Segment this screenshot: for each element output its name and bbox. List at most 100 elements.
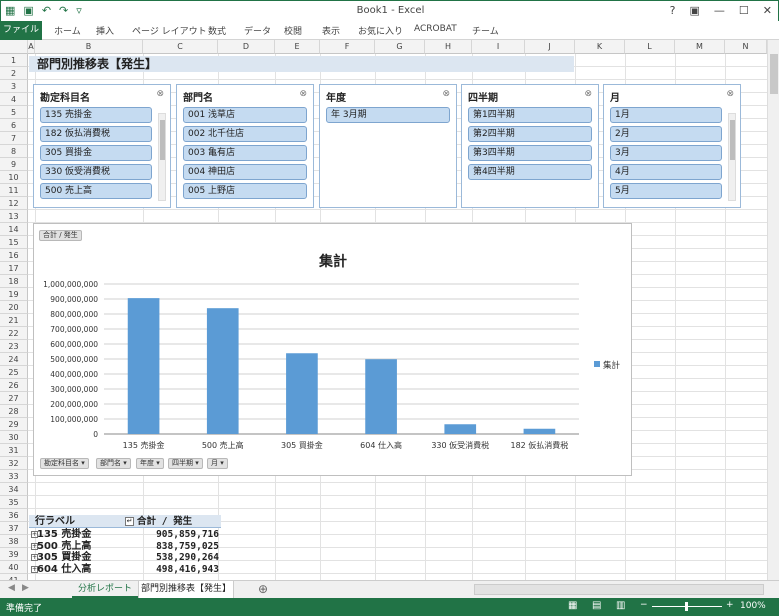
row-header-26[interactable]: 26	[0, 379, 28, 392]
slicer-item[interactable]: 第2四半期	[468, 126, 592, 142]
row-header-17[interactable]: 17	[0, 262, 28, 275]
row-header-33[interactable]: 33	[0, 470, 28, 483]
zoom-out-icon[interactable]: −	[640, 600, 648, 610]
row-header-9[interactable]: 9	[0, 158, 28, 171]
chart-field-button[interactable]: 部門名 ▾	[96, 458, 131, 469]
tab-page-layout[interactable]: ページ レイアウト	[132, 24, 207, 37]
clear-filter-icon[interactable]: ⊗	[442, 89, 450, 99]
slicer-item[interactable]: 年 3月期	[326, 107, 450, 123]
row-header-15[interactable]: 15	[0, 236, 28, 249]
row-header-6[interactable]: 6	[0, 119, 28, 132]
zoom-slider-thumb[interactable]	[685, 602, 688, 611]
slicer-item[interactable]: 第3四半期	[468, 145, 592, 161]
slicer-scrollbar[interactable]	[158, 113, 166, 201]
column-header-b[interactable]: B	[35, 40, 143, 54]
row-header-24[interactable]: 24	[0, 353, 28, 366]
page-break-view-icon[interactable]: ▥	[616, 600, 625, 611]
slicer-item[interactable]: 002 北千住店	[183, 126, 307, 142]
slicer-item[interactable]: 003 亀有店	[183, 145, 307, 161]
chart-field-button[interactable]: 四半期 ▾	[168, 458, 203, 469]
column-header-c[interactable]: C	[143, 40, 218, 54]
row-header-23[interactable]: 23	[0, 340, 28, 353]
slicer-0[interactable]: 勘定科目名 ⊗ 135 売掛金 182 仮払消費税 305 買掛金 330 仮受消費税 50…	[33, 84, 171, 208]
sheet-tab-department-trend[interactable]: 部門別推移表【発生】	[138, 581, 234, 598]
slicer-item[interactable]: 第1四半期	[468, 107, 592, 123]
column-header-d[interactable]: D	[218, 40, 275, 54]
slicer-item[interactable]: 500 売上高	[40, 183, 152, 199]
slicer-item[interactable]: 001 浅草店	[183, 107, 307, 123]
slicer-item[interactable]: 5月	[610, 183, 722, 199]
slicer-scroll-thumb[interactable]	[160, 120, 165, 160]
tab-review[interactable]: 校閲	[284, 24, 302, 37]
clear-filter-icon[interactable]: ⊗	[156, 89, 164, 99]
row-header-14[interactable]: 14	[0, 223, 28, 236]
slicer-scrollbar[interactable]	[728, 113, 736, 201]
tab-favorites[interactable]: お気に入り	[358, 24, 403, 37]
pivot-row[interactable]: +604 仕入高 498,416,943	[29, 563, 221, 576]
column-header-l[interactable]: L	[625, 40, 675, 54]
slicer-2[interactable]: 年度 ⊗ 年 3月期	[319, 84, 457, 208]
row-header-32[interactable]: 32	[0, 457, 28, 470]
pivot-chart[interactable]: 合計 / 発生 集計 0 100,000,000 200,000,000 300,000…	[33, 223, 632, 476]
tab-insert[interactable]: 挿入	[96, 24, 114, 37]
normal-view-icon[interactable]: ▦	[568, 600, 577, 611]
tab-home[interactable]: ホーム	[54, 24, 81, 37]
clear-filter-icon[interactable]: ⊗	[726, 89, 734, 99]
row-header-11[interactable]: 11	[0, 184, 28, 197]
slicer-item[interactable]: 2月	[610, 126, 722, 142]
tab-team[interactable]: チーム	[472, 24, 499, 37]
row-header-5[interactable]: 5	[0, 106, 28, 119]
slicer-1[interactable]: 部門名 ⊗ 001 浅草店 002 北千住店 003 亀有店 004 神田店 005 上野店	[176, 84, 314, 208]
row-header-20[interactable]: 20	[0, 301, 28, 314]
slicer-item[interactable]: 1月	[610, 107, 722, 123]
row-header-31[interactable]: 31	[0, 444, 28, 457]
row-header-18[interactable]: 18	[0, 275, 28, 288]
vertical-scrollbar[interactable]	[767, 40, 779, 580]
chart-field-button[interactable]: 年度 ▾	[136, 458, 164, 469]
row-header-29[interactable]: 29	[0, 418, 28, 431]
row-header-1[interactable]: 1	[0, 54, 28, 67]
select-all-corner[interactable]	[0, 40, 28, 54]
help-icon[interactable]: ?	[670, 4, 676, 17]
close-icon[interactable]: ✕	[763, 4, 772, 17]
sheet-tab-analysis-report[interactable]: 分析レポート	[72, 581, 138, 598]
row-header-16[interactable]: 16	[0, 249, 28, 262]
slicer-item[interactable]: 305 買掛金	[40, 145, 152, 161]
column-header-k[interactable]: K	[575, 40, 625, 54]
zoom-level[interactable]: 100%	[740, 601, 766, 611]
row-header-25[interactable]: 25	[0, 366, 28, 379]
row-header-38[interactable]: 38	[0, 535, 28, 548]
row-header-19[interactable]: 19	[0, 288, 28, 301]
tab-view[interactable]: 表示	[322, 24, 340, 37]
row-header-35[interactable]: 35	[0, 496, 28, 509]
slicer-4[interactable]: 月 ⊗ 1月 2月 3月 4月 5月	[603, 84, 741, 208]
chart-field-button[interactable]: 月 ▾	[207, 458, 228, 469]
clear-filter-icon[interactable]: ⊗	[299, 89, 307, 99]
row-header-21[interactable]: 21	[0, 314, 28, 327]
row-header-2[interactable]: 2	[0, 67, 28, 80]
row-header-27[interactable]: 27	[0, 392, 28, 405]
column-header-m[interactable]: M	[675, 40, 725, 54]
slicer-item[interactable]: 005 上野店	[183, 183, 307, 199]
slicer-item[interactable]: 182 仮払消費税	[40, 126, 152, 142]
ribbon-display-icon[interactable]: ▣	[690, 4, 700, 17]
add-sheet-icon[interactable]: ⊕	[258, 582, 268, 596]
row-header-22[interactable]: 22	[0, 327, 28, 340]
row-header-12[interactable]: 12	[0, 197, 28, 210]
column-header-j[interactable]: J	[525, 40, 575, 54]
minimize-icon[interactable]: —	[714, 4, 725, 17]
slicer-item[interactable]: 135 売掛金	[40, 107, 152, 123]
row-header-36[interactable]: 36	[0, 509, 28, 522]
slicer-item[interactable]: 004 神田店	[183, 164, 307, 180]
tab-file[interactable]: ファイル	[0, 21, 42, 40]
page-layout-view-icon[interactable]: ▤	[592, 600, 601, 611]
column-header-a[interactable]: A	[28, 40, 35, 54]
slicer-item[interactable]: 4月	[610, 164, 722, 180]
row-header-4[interactable]: 4	[0, 93, 28, 106]
column-header-e[interactable]: E	[275, 40, 320, 54]
horizontal-scrollbar[interactable]	[474, 584, 764, 595]
column-header-g[interactable]: G	[375, 40, 425, 54]
tab-acrobat[interactable]: ACROBAT	[414, 24, 457, 34]
tab-data[interactable]: データ	[244, 24, 271, 37]
slicer-scroll-thumb[interactable]	[730, 120, 735, 160]
